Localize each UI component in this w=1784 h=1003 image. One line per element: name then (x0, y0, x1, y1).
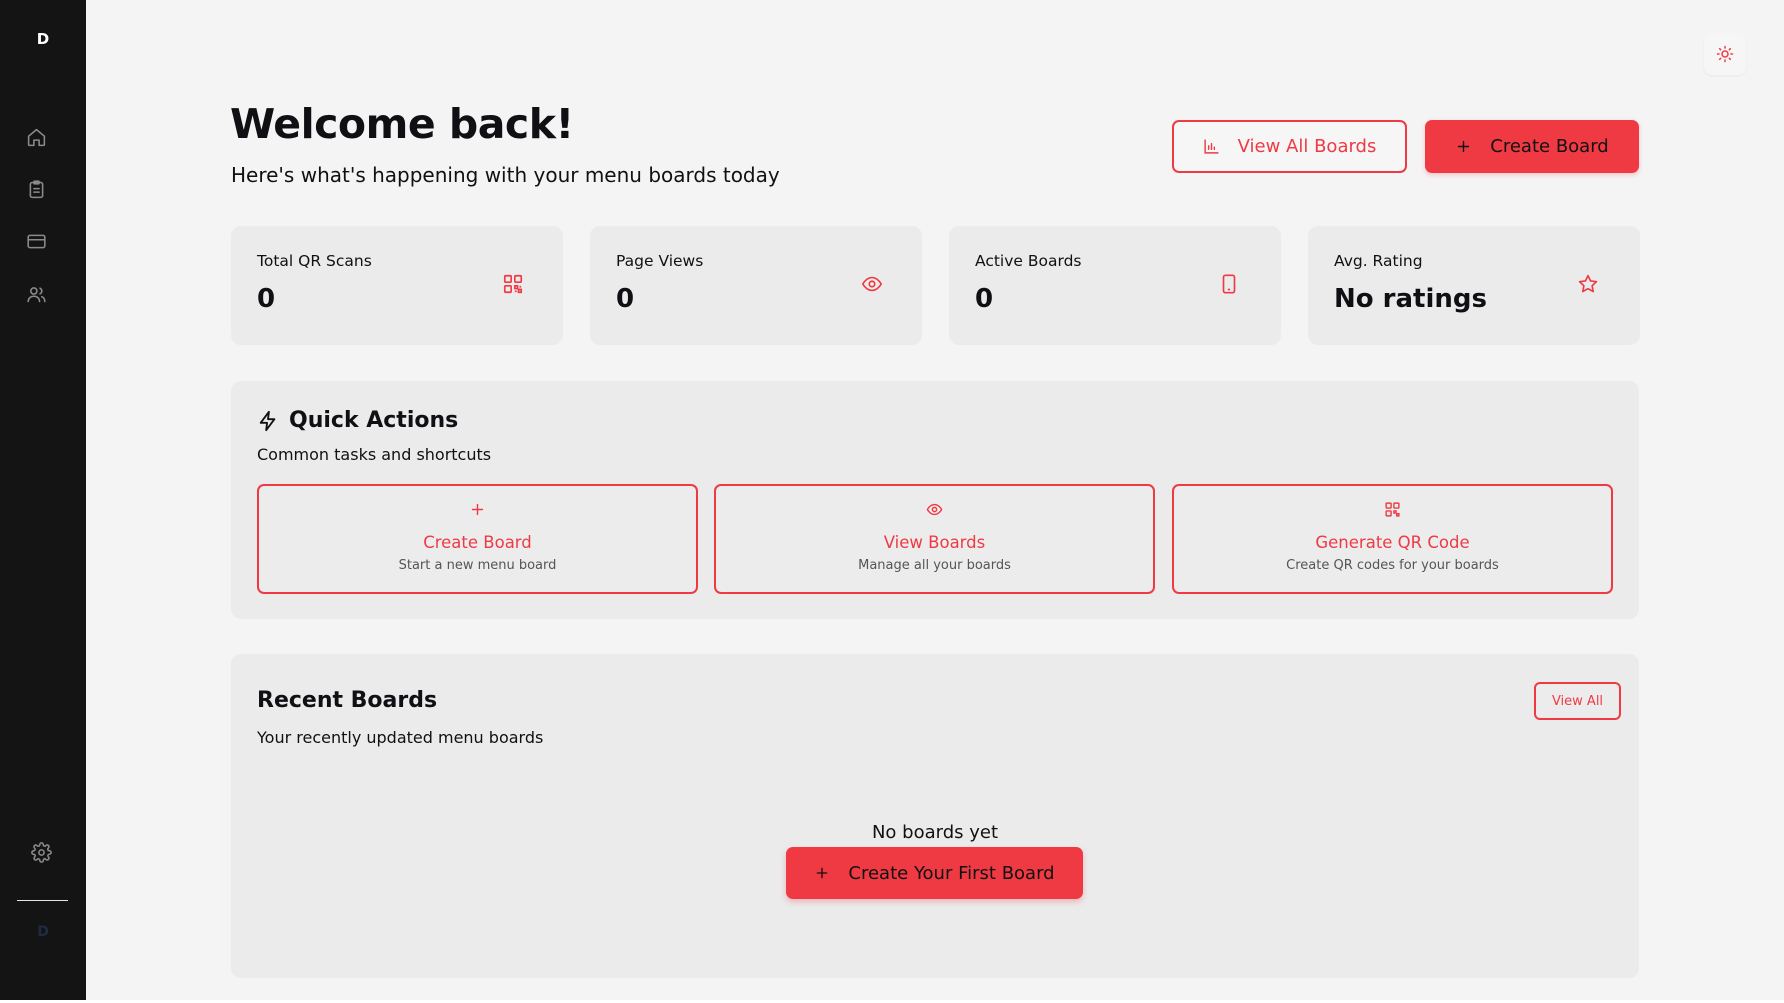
theme-toggle-button[interactable] (1704, 33, 1746, 75)
qr-code-icon (1174, 501, 1611, 518)
sidebar-logo[interactable]: D (0, 30, 86, 48)
stat-value: 0 (257, 284, 276, 314)
create-first-board-label: Create Your First Board (848, 862, 1055, 884)
stat-card-avg-rating: Avg. Rating No ratings (1308, 226, 1640, 345)
plus-icon (1458, 140, 1470, 153)
user-avatar[interactable]: D (0, 924, 86, 940)
quick-action-title: Create Board (423, 533, 532, 552)
empty-state-text: No boards yet (871, 822, 999, 843)
sidebar-divider (17, 900, 68, 901)
quick-action-description: Create QR codes for your boards (1286, 558, 1499, 573)
stat-label: Page Views (616, 252, 704, 270)
stat-value: No ratings (1334, 284, 1487, 314)
page-title: Welcome back! (230, 100, 574, 148)
home-icon[interactable] (24, 125, 48, 149)
page-subtitle: Here's what's happening with your menu b… (231, 163, 780, 187)
quick-actions-title: Quick Actions (257, 408, 458, 433)
stat-value: 0 (975, 284, 994, 314)
quick-action-title: View Boards (883, 533, 986, 552)
quick-action-description: Manage all your boards (858, 558, 1011, 573)
stat-label: Active Boards (975, 252, 1082, 270)
create-board-button[interactable]: Create Board (1425, 120, 1639, 173)
quick-actions-title-text: Quick Actions (289, 408, 459, 433)
view-all-boards-label: View All Boards (1237, 136, 1377, 157)
app-root: D D Welcome back! Here's what's happenin… (0, 0, 1784, 1000)
create-board-label: Create Board (1490, 136, 1609, 157)
star-icon (1576, 272, 1600, 296)
stat-value: 0 (616, 284, 635, 314)
stat-label: Total QR Scans (257, 252, 372, 270)
quick-action-create-board[interactable]: Create Board Start a new menu board (257, 484, 698, 594)
tablet-icon (1217, 272, 1241, 296)
recent-boards-title: Recent Boards (257, 688, 438, 713)
sun-icon (1716, 45, 1734, 63)
credit-card-icon[interactable] (24, 229, 48, 253)
eye-icon (716, 501, 1153, 518)
quick-action-title: Generate QR Code (1315, 533, 1470, 552)
view-all-button[interactable]: View All (1534, 682, 1621, 720)
quick-action-generate-qr[interactable]: Generate QR Code Create QR codes for you… (1172, 484, 1613, 594)
qr-code-icon (501, 272, 525, 296)
quick-action-view-boards[interactable]: View Boards Manage all your boards (714, 484, 1155, 594)
bar-chart-icon (1204, 139, 1219, 154)
users-icon[interactable] (24, 282, 48, 306)
stat-label: Avg. Rating (1334, 252, 1423, 270)
plus-icon (817, 867, 828, 879)
view-all-boards-button[interactable]: View All Boards (1172, 120, 1407, 173)
stat-card-active-boards: Active Boards 0 (949, 226, 1281, 345)
recent-boards-panel: Recent Boards Your recently updated menu… (231, 654, 1639, 978)
gear-icon[interactable] (29, 840, 53, 864)
create-first-board-button[interactable]: Create Your First Board (786, 847, 1083, 899)
lightning-icon (259, 410, 276, 431)
stat-card-page-views: Page Views 0 (590, 226, 922, 345)
quick-actions-panel: Quick Actions Common tasks and shortcuts… (231, 381, 1639, 619)
sidebar: D D (0, 0, 86, 1000)
recent-boards-description: Your recently updated menu boards (257, 728, 544, 747)
clipboard-icon[interactable] (24, 177, 48, 201)
quick-action-description: Start a new menu board (398, 558, 557, 573)
quick-actions-description: Common tasks and shortcuts (257, 445, 492, 464)
eye-icon (860, 272, 884, 296)
stat-card-qr-scans: Total QR Scans 0 (231, 226, 563, 345)
plus-icon (259, 501, 696, 518)
